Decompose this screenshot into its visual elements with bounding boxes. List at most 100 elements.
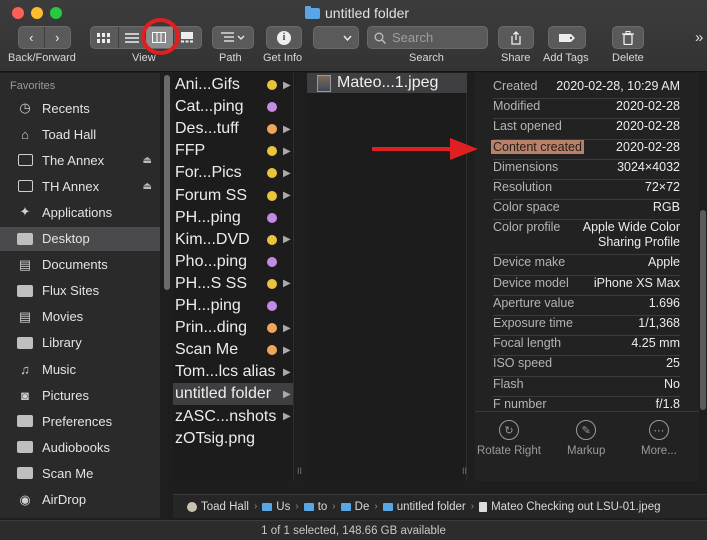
share-button[interactable] — [498, 26, 534, 49]
info-row-modified: Modified 2020-02-28 — [493, 99, 680, 120]
info-row-dimensions: Dimensions 3024×4032 — [493, 160, 680, 180]
markup-button[interactable]: ✎ Markup — [567, 420, 605, 457]
search-field[interactable]: Search — [367, 26, 488, 49]
item-name: Pho...ping — [175, 252, 248, 270]
breadcrumb-separator: › — [332, 501, 336, 512]
rotate-right-button[interactable]: ↻ Rotate Right — [477, 420, 541, 457]
breadcrumb-item[interactable]: to — [303, 501, 327, 513]
info-key: Created — [493, 79, 538, 93]
list-item[interactable]: Pho...ping — [173, 251, 293, 273]
sidebar-item-pictures[interactable]: ◙ Pictures — [0, 383, 160, 407]
sidebar-item-recents[interactable]: ◷ Recents — [0, 96, 160, 120]
back-button[interactable]: ‹ — [19, 27, 45, 48]
sidebar-item-documents[interactable]: ▤ Documents — [0, 253, 160, 277]
list-item[interactable]: Ani...Gifs ▶ — [173, 74, 293, 96]
clock-icon: ◷ — [19, 100, 31, 115]
delete-button[interactable] — [612, 26, 644, 49]
add-tags-button[interactable] — [548, 26, 586, 49]
forward-button[interactable]: › — [45, 27, 70, 48]
list-item[interactable]: Cat...ping — [173, 96, 293, 118]
list-item[interactable]: untitled folder ▶ — [173, 383, 293, 406]
zoom-window-button[interactable] — [50, 7, 62, 19]
tag-icon — [559, 33, 575, 42]
item-name: Tom...lcs alias — [175, 363, 276, 381]
sidebar-item-audiobooks[interactable]: Audiobooks — [0, 435, 160, 459]
sidebar-item-music[interactable]: ♫ Music — [0, 357, 160, 381]
sidebar-item-desktop[interactable]: Desktop — [0, 226, 160, 251]
sidebar-scrollbar[interactable] — [164, 75, 170, 290]
info-value: Apple Wide Color — [582, 220, 680, 235]
list-item[interactable]: PH...ping — [173, 207, 293, 229]
breadcrumb-item[interactable]: untitled folder — [382, 500, 466, 513]
icon-view-button[interactable] — [91, 27, 119, 48]
toolbar-overflow-button[interactable]: » — [695, 29, 703, 46]
group-by-button[interactable] — [212, 26, 254, 49]
info-key: Dimensions — [493, 159, 559, 174]
selected-file[interactable]: Mateo...1.jpeg — [307, 73, 467, 93]
toolbar: untitled folder ‹ › Back/Forward View Pa… — [0, 0, 707, 72]
info-value: 2020-02-28 — [616, 119, 680, 134]
sidebar-item-library[interactable]: Library — [0, 331, 160, 355]
action-menu-button[interactable] — [313, 26, 359, 49]
folder-icon — [305, 5, 320, 19]
list-item[interactable]: Prin...ding ▶ — [173, 317, 293, 339]
search-icon — [374, 32, 386, 44]
column-resize-handle[interactable]: II — [297, 466, 302, 476]
breadcrumb-separator: › — [374, 501, 378, 512]
breadcrumb-label: untitled folder — [396, 500, 466, 513]
sidebar-item-label: Documents — [42, 257, 108, 273]
list-item[interactable]: Kim...DVD ▶ — [173, 229, 293, 251]
back-forward-label: Back/Forward — [8, 52, 76, 64]
breadcrumb-item[interactable]: Toad Hall — [187, 501, 249, 513]
info-row-content-created: Content created 2020-02-28 — [491, 139, 680, 160]
preview-scrollbar[interactable] — [700, 210, 706, 410]
column-folders: Ani...Gifs ▶ Cat...ping Des...tuff ▶ FFP ▶ For.… — [173, 73, 294, 481]
get-info-button[interactable]: i — [266, 26, 302, 49]
breadcrumb-item[interactable]: Us — [262, 501, 290, 513]
sidebar-item-toad-hall[interactable]: ⌂ Toad Hall — [0, 122, 160, 146]
column-resize-handle[interactable]: II — [462, 466, 467, 476]
window-title: untitled folder — [305, 5, 409, 21]
chevron-right-icon: ▶ — [283, 411, 291, 422]
breadcrumb-item[interactable]: De — [340, 500, 370, 513]
info-value: 2020-02-28, 10:29 AM — [556, 79, 680, 93]
sidebar-item-the-annex[interactable]: The Annex ⏏ — [0, 148, 160, 172]
chevron-right-icon: ▶ — [283, 234, 291, 246]
list-item[interactable]: Tom...lcs alias ▶ — [173, 361, 293, 383]
list-item[interactable]: For...Pics ▶ — [173, 162, 293, 184]
markup-icon: ✎ — [576, 420, 597, 440]
eject-icon[interactable]: ⏏ — [143, 155, 152, 166]
sidebar-item-th-annex[interactable]: TH Annex ⏏ — [0, 174, 160, 198]
get-info-label: Get Info — [263, 52, 303, 64]
list-item[interactable]: PH...S SS ▶ — [173, 273, 293, 295]
list-item[interactable]: Scan Me ▶ — [173, 339, 293, 361]
list-item[interactable]: zOTsig.png — [173, 428, 293, 450]
more-button[interactable]: ⋯ More... — [641, 420, 677, 457]
list-item[interactable]: PH...ping — [173, 295, 293, 317]
status-bar: 1 of 1 selected, 148.66 GB available — [0, 520, 707, 540]
close-window-button[interactable] — [12, 7, 24, 19]
grid-icon — [97, 32, 111, 43]
search-label: Search — [409, 52, 444, 64]
minimize-window-button[interactable] — [31, 7, 43, 19]
list-item[interactable]: zASC...nshots ▶ — [173, 406, 293, 428]
info-key: Device model — [493, 275, 569, 290]
column-files: Mateo...1.jpeg — [307, 73, 467, 481]
sidebar-item-airdrop[interactable]: ◉ AirDrop — [0, 488, 160, 512]
breadcrumb-item[interactable]: Mateo Checking out LSU-01.jpeg — [479, 501, 660, 513]
list-item[interactable]: Forum SS ▶ — [173, 185, 293, 207]
sidebar-item-applications[interactable]: ✦ Applications — [0, 200, 160, 224]
list-item[interactable]: Des...tuff ▶ — [173, 118, 293, 140]
item-name: PH...S SS — [175, 274, 248, 292]
sidebar-item-scan-me[interactable]: Scan Me — [0, 461, 160, 485]
image-thumbnail — [317, 74, 331, 92]
list-item[interactable]: FFP ▶ — [173, 140, 293, 162]
tag-dot — [267, 345, 277, 356]
eject-icon[interactable]: ⏏ — [143, 181, 152, 192]
info-key: Device make — [493, 255, 566, 270]
breadcrumb-label: De — [354, 500, 370, 513]
sidebar-item-preferences[interactable]: Preferences — [0, 409, 160, 433]
sidebar-item-label: Movies — [42, 309, 84, 325]
sidebar-item-flux-sites[interactable]: Flux Sites — [0, 279, 160, 303]
sidebar-item-movies[interactable]: ▤ Movies — [0, 305, 160, 329]
